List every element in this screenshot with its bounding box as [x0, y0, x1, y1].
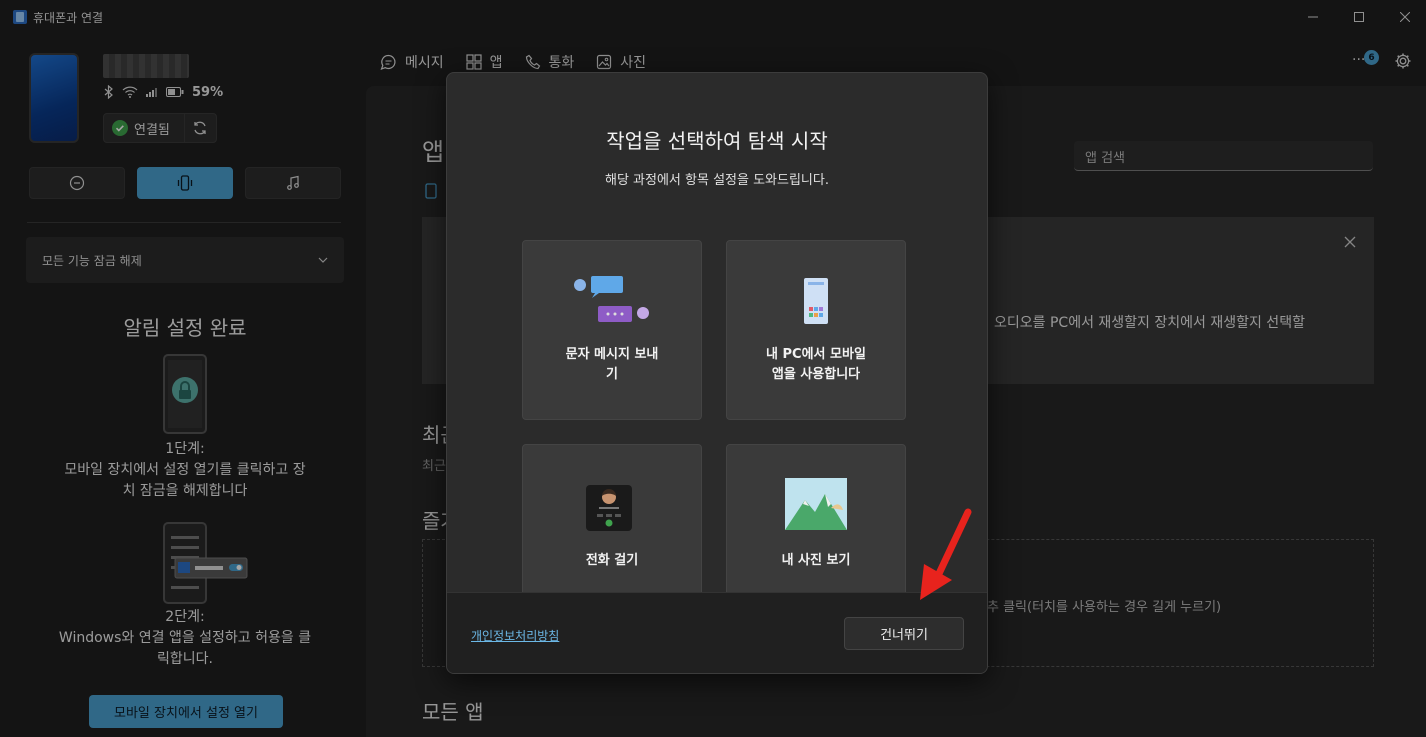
- red-arrow-annotation: [920, 508, 972, 600]
- chat-bubbles-icon: [574, 276, 649, 322]
- privacy-policy-link[interactable]: 개인정보처리방침: [471, 627, 559, 644]
- photo-landscape-icon: [785, 478, 847, 530]
- card-send-text-line2: 기: [606, 367, 618, 382]
- card-make-call-label: 전화 걸기: [585, 553, 639, 568]
- card-send-text-line1: 문자 메시지 보내: [565, 347, 659, 362]
- card-use-apps-line2: 앱을 사용합니다: [771, 367, 861, 382]
- skip-button[interactable]: 건너뛰기: [844, 617, 964, 650]
- phone-apps-icon: [804, 278, 828, 324]
- dialog-title: 작업을 선택하여 탐색 시작: [606, 129, 828, 153]
- card-use-apps-line1: 내 PC에서 모바일: [766, 347, 866, 362]
- get-started-dialog: 작업을 선택하여 탐색 시작 해당 과정에서 항목 설정을 도와드립니다. 문자…: [446, 72, 988, 674]
- card-use-mobile-apps[interactable]: 내 PC에서 모바일 앱을 사용합니다: [726, 240, 906, 420]
- card-send-text-label: 문자 메시지 보내 기: [523, 345, 701, 385]
- card-send-text[interactable]: 문자 메시지 보내 기: [522, 240, 702, 420]
- call-contact-icon: [586, 485, 632, 531]
- dialog-footer: 개인정보처리방침 건너뛰기: [447, 592, 987, 673]
- dialog-subtitle: 해당 과정에서 항목 설정을 도와드립니다.: [605, 173, 829, 188]
- phone-link-app: 휴대폰과 연결 59% 연결됨 모든 기능 잠금 해제 알림 설정 완료 1단계…: [0, 0, 1426, 737]
- card-use-mobile-apps-label: 내 PC에서 모바일 앱을 사용합니다: [727, 345, 905, 385]
- card-view-photos-label: 내 사진 보기: [781, 553, 851, 568]
